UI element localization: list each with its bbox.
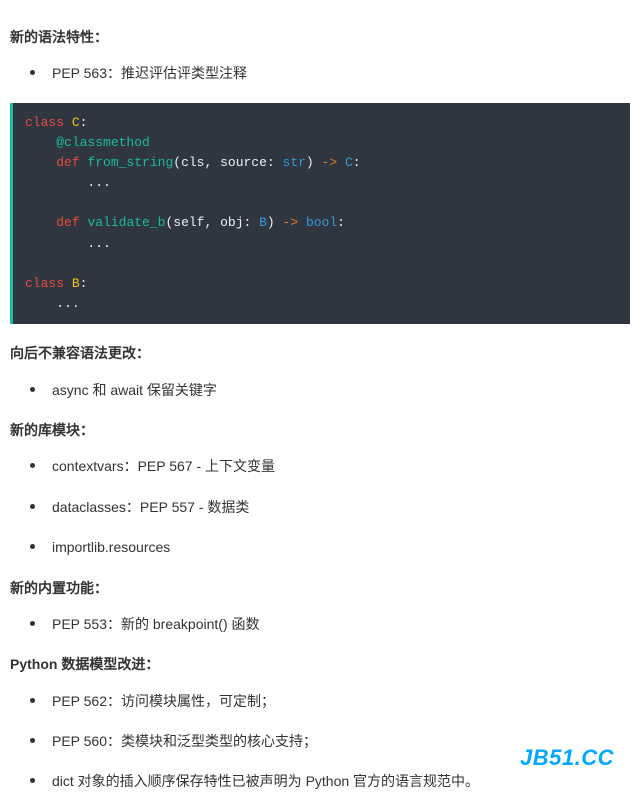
code-token: class	[25, 276, 64, 291]
code-token: ...	[87, 175, 110, 190]
code-token: :	[337, 215, 345, 230]
code-token: C	[345, 155, 353, 170]
code-token: B	[72, 276, 80, 291]
code-token: :	[353, 155, 361, 170]
list-item: contextvars：PEP 567 - 上下文变量	[40, 455, 630, 477]
code-block: class C: @classmethod def from_string(cl…	[10, 103, 630, 324]
list-builtins: PEP 553：新的 breakpoint() 函数	[10, 613, 630, 635]
list-item: PEP 563：推迟评估评类型注释	[40, 62, 630, 84]
list-item: async 和 await 保留关键字	[40, 379, 630, 401]
code-token: ...	[87, 236, 110, 251]
code-token: str	[283, 155, 306, 170]
list-backward: async 和 await 保留关键字	[10, 379, 630, 401]
watermark: JB51.CC	[520, 740, 614, 775]
code-token: (	[173, 155, 181, 170]
heading-syntax-features: 新的语法特性：	[10, 26, 630, 48]
code-token: ->	[314, 155, 345, 170]
code-token: def	[56, 155, 79, 170]
code-token: cls	[181, 155, 204, 170]
heading-builtins: 新的内置功能：	[10, 577, 630, 599]
code-token: from_string	[87, 155, 173, 170]
code-token: def	[56, 215, 79, 230]
code-token: :	[244, 215, 260, 230]
code-token: B	[259, 215, 267, 230]
heading-backward-incompatible: 向后不兼容语法更改：	[10, 342, 630, 364]
list-syntax-features: PEP 563：推迟评估评类型注释	[10, 62, 630, 84]
code-token: :	[80, 276, 88, 291]
code-token: class	[25, 115, 64, 130]
code-token: )	[306, 155, 314, 170]
list-item: PEP 553：新的 breakpoint() 函数	[40, 613, 630, 635]
list-item: dataclasses：PEP 557 - 数据类	[40, 496, 630, 518]
code-token: obj	[220, 215, 243, 230]
list-item: PEP 562：访问模块属性，可定制；	[40, 690, 630, 712]
list-new-libs: contextvars：PEP 567 - 上下文变量 dataclasses：…	[10, 455, 630, 558]
code-token: ->	[275, 215, 306, 230]
code-token: bool	[306, 215, 337, 230]
code-token: :	[80, 115, 88, 130]
list-item: importlib.resources	[40, 536, 630, 558]
code-token: :	[267, 155, 283, 170]
code-token: @classmethod	[56, 135, 150, 150]
code-token: ,	[204, 155, 220, 170]
code-token: C	[72, 115, 80, 130]
code-token: self	[173, 215, 204, 230]
code-token: ,	[204, 215, 220, 230]
code-token: source	[220, 155, 267, 170]
code-token: )	[267, 215, 275, 230]
heading-new-libs: 新的库模块：	[10, 419, 630, 441]
code-token: ...	[56, 296, 79, 311]
code-token: validate_b	[87, 215, 165, 230]
heading-datamodel: Python 数据模型改进：	[10, 653, 630, 675]
